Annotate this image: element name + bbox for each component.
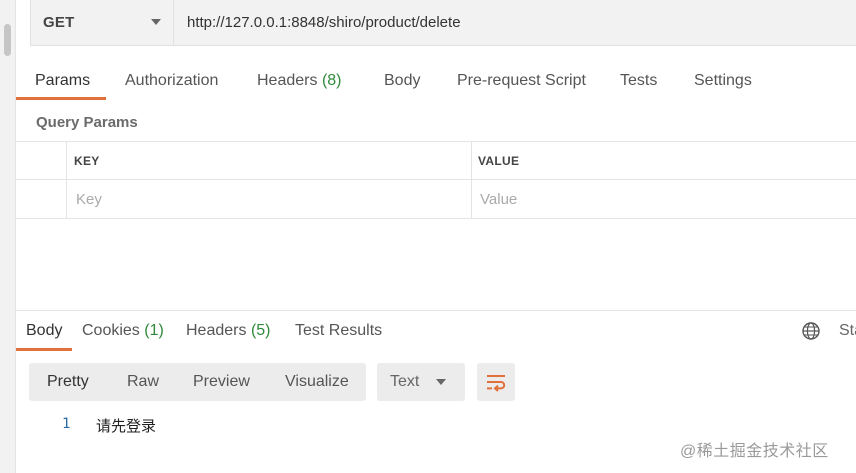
chevron-down-icon [151,19,161,25]
tab-settings[interactable]: Settings [694,72,752,90]
tab-label: Body [26,322,63,339]
tab-label: Settings [694,72,752,89]
response-tabs: Body Cookies (1) Headers (5) Test Result… [16,314,856,354]
tab-label: Cookies [82,322,140,339]
tab-body[interactable]: Body [384,72,420,90]
left-scroll-gutter [0,0,16,473]
value-input[interactable]: Value [480,191,517,208]
tab-count: (8) [321,72,342,89]
tab-authorization[interactable]: Authorization [125,72,218,90]
tab-response-body[interactable]: Body [26,322,62,340]
tab-label: Headers [257,72,318,89]
view-pretty-button[interactable]: Pretty [47,373,89,391]
tab-label: Params [35,72,91,89]
pane-divider[interactable] [16,310,856,311]
wrap-lines-button[interactable] [477,363,515,401]
view-mode-group: Pretty Raw Preview Visualize [29,363,366,401]
status-label: Sta [839,322,856,339]
format-label: Text [390,373,420,390]
code-line: 1 请先登录 [16,410,856,438]
tab-label: Headers [186,322,247,339]
tab-label: Pre-request Script [457,72,586,89]
view-preview-button[interactable]: Preview [193,373,250,391]
chevron-down-icon [436,379,446,385]
query-params-table: KEY VALUE Key Value [16,141,856,219]
url-input[interactable]: http://127.0.0.1:8848/shiro/product/dele… [187,14,461,31]
column-divider [66,142,67,219]
tab-cookies[interactable]: Cookies (1) [82,322,164,340]
tab-response-headers[interactable]: Headers (5) [186,322,271,340]
tab-params[interactable]: Params [35,72,90,90]
tab-test-results[interactable]: Test Results [295,322,382,340]
method-select[interactable]: GET [31,0,174,45]
key-input[interactable]: Key [76,191,102,208]
view-raw-button[interactable]: Raw [127,373,159,391]
active-tab-indicator [16,97,106,100]
request-url-bar: GET http://127.0.0.1:8848/shiro/product/… [30,0,856,46]
format-select[interactable]: Text [377,363,465,401]
watermark: @稀土掘金技术社区 [680,443,829,460]
column-header-value: VALUE [478,154,520,168]
line-content: 请先登录 [96,418,157,435]
tab-pre-request-script[interactable]: Pre-request Script [457,72,586,90]
globe-icon[interactable] [801,321,821,341]
line-number: 1 [62,416,71,432]
query-params-title: Query Params [36,114,138,131]
column-header-key: KEY [74,154,100,168]
scrollbar-thumb[interactable] [4,24,11,56]
view-visualize-button[interactable]: Visualize [285,373,349,391]
tab-count: (5) [250,322,271,339]
tab-label: Test Results [295,322,383,339]
tab-tests[interactable]: Tests [620,72,657,90]
tab-count: (1) [144,322,164,339]
table-header-row [16,142,856,180]
tab-label: Tests [620,72,658,89]
method-label: GET [43,14,75,31]
tab-headers[interactable]: Headers (8) [257,72,342,90]
request-tabs: Params Authorization Headers (8) Body Pr… [16,60,856,102]
wrap-lines-icon [487,375,506,392]
tab-label: Body [384,72,421,89]
active-tab-indicator [16,348,72,351]
column-divider [471,142,472,219]
tab-label: Authorization [125,72,219,89]
